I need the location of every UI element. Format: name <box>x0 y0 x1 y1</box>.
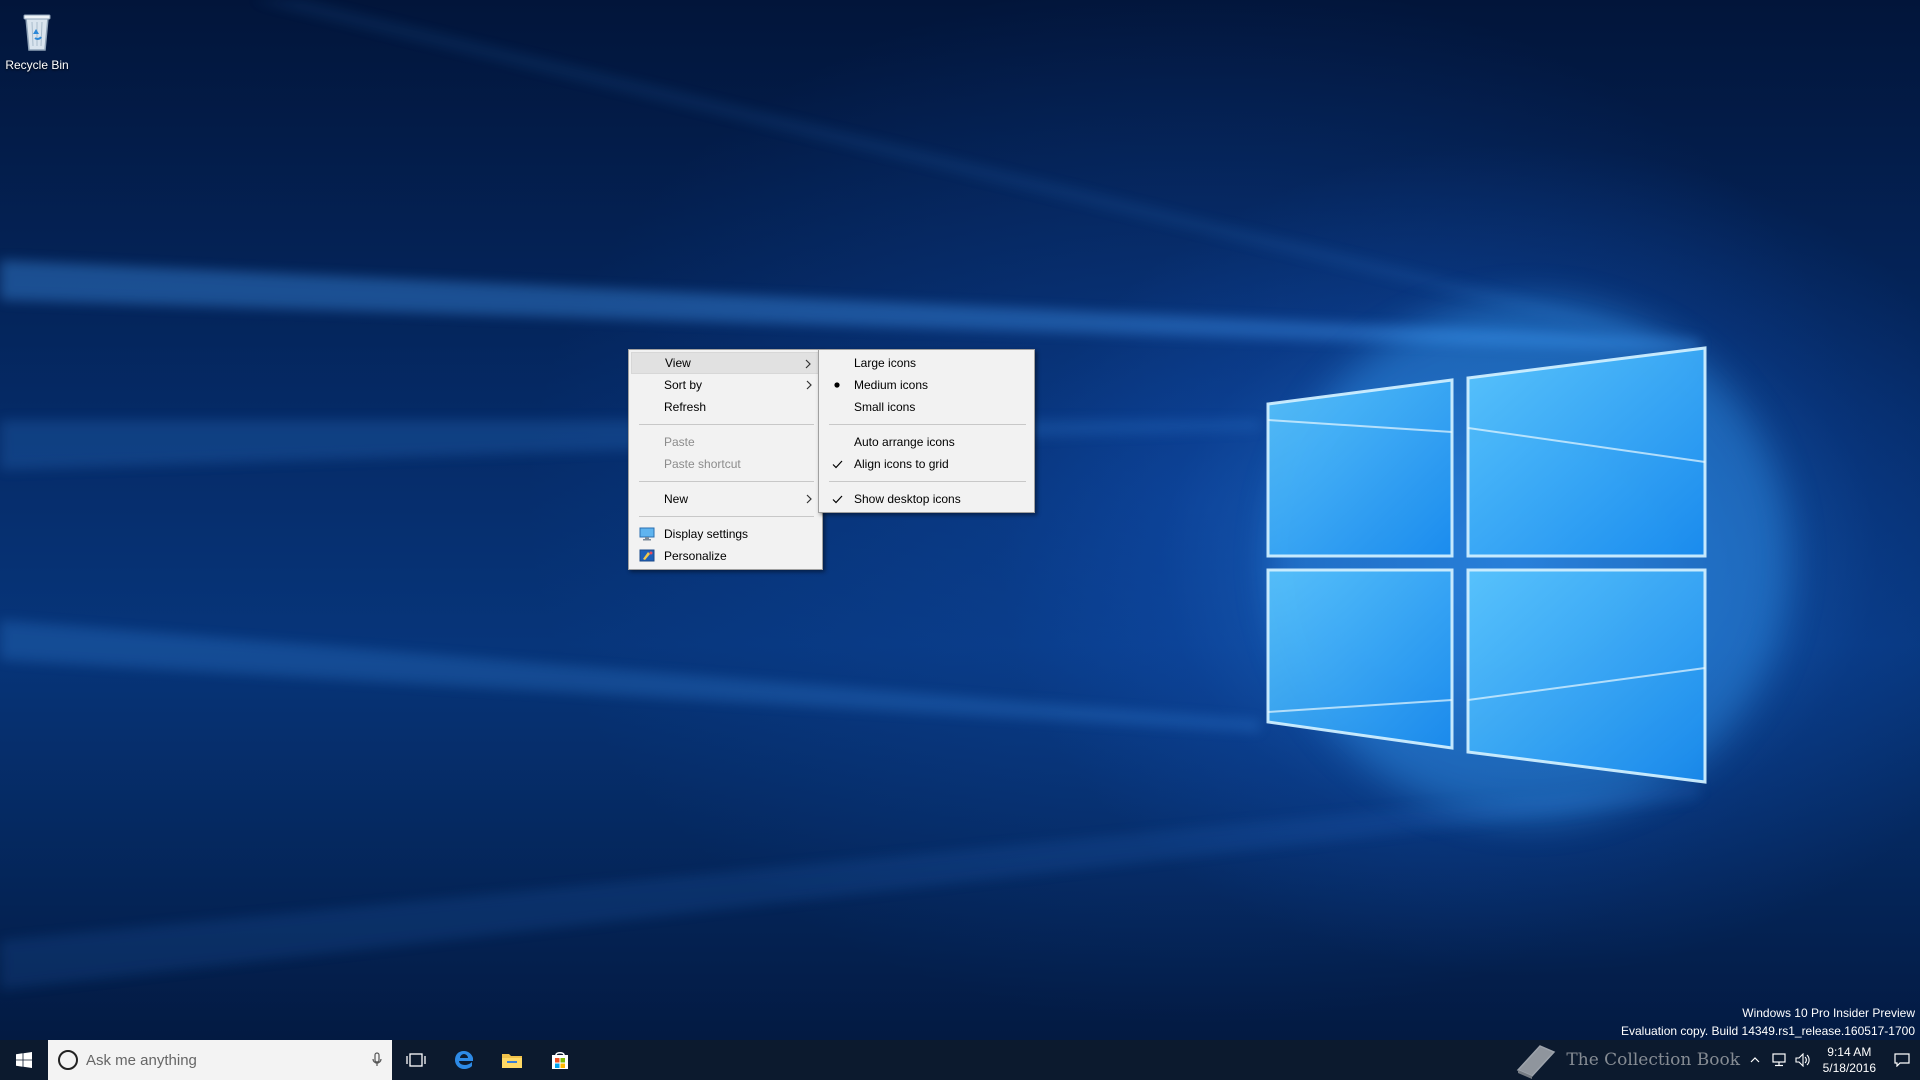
menu-item-label: Show desktop icons <box>854 492 961 506</box>
action-center-button[interactable] <box>1884 1040 1920 1080</box>
checkmark-icon <box>829 488 845 510</box>
menu-item-sort-by[interactable]: Sort by <box>631 374 820 396</box>
file-explorer-icon <box>502 1054 522 1068</box>
chevron-right-icon <box>804 488 814 510</box>
store-button[interactable] <box>536 1040 584 1080</box>
menu-item-label: View <box>665 356 691 370</box>
file-explorer-button[interactable] <box>488 1040 536 1080</box>
brand-watermark: The Collection Book <box>1510 1040 1740 1080</box>
store-icon <box>552 1052 568 1069</box>
start-button[interactable] <box>0 1040 48 1080</box>
menu-item-label: Auto arrange icons <box>854 435 955 449</box>
clock-time: 9:14 AM <box>1827 1045 1872 1059</box>
desktop-wallpaper[interactable] <box>0 0 1920 1040</box>
menu-item-label: Paste <box>664 435 695 449</box>
submenu-item-medium-icons[interactable]: Medium icons <box>821 374 1032 396</box>
clock[interactable]: 9:14 AM 5/18/2016 <box>1815 1044 1884 1076</box>
windows-start-icon <box>16 1052 32 1068</box>
microphone-icon[interactable] <box>362 1040 392 1080</box>
submenu-item-auto-arrange[interactable]: Auto arrange icons <box>821 431 1032 453</box>
menu-item-new[interactable]: New <box>631 488 820 510</box>
volume-button[interactable] <box>1791 1040 1815 1080</box>
menu-separator <box>639 424 814 425</box>
brand-text: The Collection Book <box>1566 1050 1740 1070</box>
menu-item-paste[interactable]: Paste <box>631 431 820 453</box>
radio-bullet-icon <box>829 374 845 396</box>
watermark-build: Evaluation copy. Build 14349.rs1_release… <box>1621 1024 1915 1038</box>
view-submenu: Large icons Medium icons Small icons Aut… <box>818 349 1035 513</box>
book-icon <box>1517 1045 1556 1079</box>
desktop-icon-label: Recycle Bin <box>5 58 69 72</box>
menu-item-label: Paste shortcut <box>664 457 741 471</box>
search-placeholder: Ask me anything <box>86 1051 197 1069</box>
menu-item-personalize[interactable]: Personalize <box>631 545 820 567</box>
show-hidden-icons-button[interactable] <box>1743 1040 1767 1080</box>
menu-item-label: Large icons <box>854 356 917 370</box>
network-icon <box>1772 1053 1786 1067</box>
submenu-item-large-icons[interactable]: Large icons <box>821 352 1032 374</box>
personalize-icon <box>639 545 655 567</box>
volume-icon <box>1795 1053 1810 1067</box>
menu-separator <box>639 516 814 517</box>
display-settings-icon <box>639 523 655 545</box>
build-watermark: Windows 10 Pro Insider Preview Evaluatio… <box>1621 1004 1915 1040</box>
checkmark-icon <box>829 453 845 475</box>
cortana-search-box[interactable]: Ask me anything <box>48 1040 392 1080</box>
task-view-icon <box>406 1053 426 1067</box>
submenu-item-align-to-grid[interactable]: Align icons to grid <box>821 453 1032 475</box>
action-center-icon <box>1894 1053 1910 1067</box>
taskbar: Ask me anything The Collection Book 9:14… <box>0 1040 1920 1080</box>
menu-item-label: New <box>664 492 689 506</box>
desktop-context-menu: View Sort by Refresh Paste Paste shortcu… <box>628 349 823 570</box>
menu-item-view[interactable]: View <box>631 352 820 374</box>
cortana-icon <box>58 1050 78 1070</box>
edge-button[interactable] <box>440 1040 488 1080</box>
watermark-edition: Windows 10 Pro Insider Preview <box>1742 1006 1915 1020</box>
system-tray: 9:14 AM 5/18/2016 <box>1743 1040 1920 1080</box>
recycle-bin-icon <box>14 8 60 54</box>
chevron-up-icon <box>1750 1057 1760 1063</box>
menu-item-paste-shortcut[interactable]: Paste shortcut <box>631 453 820 475</box>
edge-icon <box>455 1051 473 1069</box>
wallpaper-art <box>0 0 1790 990</box>
menu-item-refresh[interactable]: Refresh <box>631 396 820 418</box>
submenu-item-show-desktop-icons[interactable]: Show desktop icons <box>821 488 1032 510</box>
menu-item-label: Personalize <box>664 549 727 563</box>
menu-item-label: Sort by <box>664 378 703 392</box>
menu-item-label: Refresh <box>664 400 707 414</box>
chevron-right-icon <box>804 374 814 396</box>
desktop-icon-recycle-bin[interactable]: Recycle Bin <box>0 8 74 72</box>
menu-separator <box>829 424 1026 425</box>
task-view-button[interactable] <box>392 1040 440 1080</box>
clock-date: 5/18/2016 <box>1822 1061 1876 1075</box>
menu-item-display-settings[interactable]: Display settings <box>631 523 820 545</box>
submenu-item-small-icons[interactable]: Small icons <box>821 396 1032 418</box>
menu-item-label: Align icons to grid <box>854 457 949 471</box>
chevron-right-icon <box>803 353 813 375</box>
menu-item-label: Display settings <box>664 527 749 541</box>
menu-separator <box>829 481 1026 482</box>
menu-separator <box>639 481 814 482</box>
menu-item-label: Medium icons <box>854 378 929 392</box>
network-button[interactable] <box>1767 1040 1791 1080</box>
menu-item-label: Small icons <box>854 400 916 414</box>
